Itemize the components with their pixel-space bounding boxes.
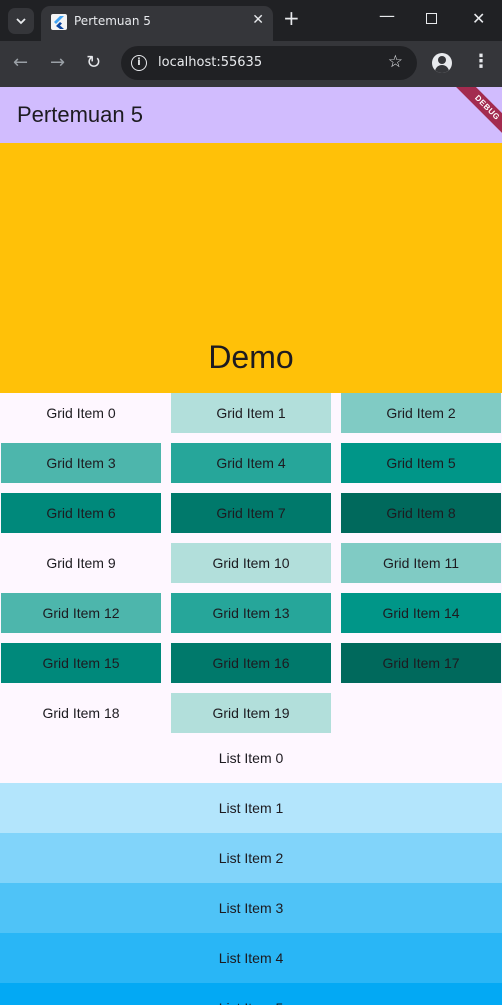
app-viewport: Pertemuan 5 DEBUG Demo Grid Item 0 Grid I… <box>0 87 502 1005</box>
list-item: List Item 4 <box>0 933 502 983</box>
reload-icon[interactable]: ↻ <box>86 52 101 73</box>
list-item: List Item 5 <box>0 983 502 1005</box>
grid-item: Grid Item 18 <box>1 693 161 733</box>
tab-search-button[interactable] <box>8 8 34 34</box>
list-item: List Item 0 <box>0 733 502 783</box>
header-title: Demo <box>208 339 294 375</box>
grid-item: Grid Item 1 <box>171 393 331 433</box>
grid-item: Grid Item 7 <box>171 493 331 533</box>
chevron-down-icon <box>16 18 26 25</box>
grid-item: Grid Item 14 <box>341 593 501 633</box>
grid-item: Grid Item 5 <box>341 443 501 483</box>
new-tab-button[interactable]: + <box>283 6 300 30</box>
address-bar[interactable]: i localhost:55635 ☆ <box>121 46 417 80</box>
profile-icon[interactable] <box>432 53 452 73</box>
flutter-icon <box>51 14 67 30</box>
app-bar: Pertemuan 5 <box>0 87 502 143</box>
grid-item: Grid Item 12 <box>1 593 161 633</box>
list-item: List Item 2 <box>0 833 502 883</box>
grid-item: Grid Item 15 <box>1 643 161 683</box>
browser-tab-strip: Pertemuan 5 ✕ + — ✕ <box>0 0 502 41</box>
grid-item: Grid Item 19 <box>171 693 331 733</box>
tab-close-button[interactable]: ✕ <box>252 12 264 28</box>
grid-item: Grid Item 16 <box>171 643 331 683</box>
arrow-left-icon[interactable]: ← <box>13 52 28 73</box>
grid-item: Grid Item 6 <box>1 493 161 533</box>
list-item: List Item 3 <box>0 883 502 933</box>
grid-item: Grid Item 17 <box>341 643 501 683</box>
maximize-icon[interactable] <box>426 13 437 24</box>
minimize-icon[interactable]: — <box>379 6 395 25</box>
grid-item: Grid Item 8 <box>341 493 501 533</box>
list-item: List Item 1 <box>0 783 502 833</box>
grid-item: Grid Item 0 <box>1 393 161 433</box>
grid-item: Grid Item 13 <box>171 593 331 633</box>
grid-item: Grid Item 11 <box>341 543 501 583</box>
close-window-icon[interactable]: ✕ <box>472 9 485 28</box>
grid-item: Grid Item 3 <box>1 443 161 483</box>
star-icon[interactable]: ☆ <box>388 52 403 72</box>
sliver-app-bar-header: Demo <box>0 143 502 393</box>
kebab-menu-icon[interactable]: ⋮ <box>472 51 490 72</box>
grid-item: Grid Item 9 <box>1 543 161 583</box>
grid-item: Grid Item 4 <box>171 443 331 483</box>
arrow-right-icon[interactable]: → <box>50 52 65 73</box>
url-text[interactable]: localhost:55635 <box>158 55 262 70</box>
info-icon[interactable]: i <box>131 55 147 71</box>
page-title: Pertemuan 5 <box>17 102 143 127</box>
browser-toolbar: ← → ↻ i localhost:55635 ☆ ⋮ <box>0 41 502 87</box>
grid-item: Grid Item 2 <box>341 393 501 433</box>
browser-tab[interactable]: Pertemuan 5 ✕ <box>41 6 273 41</box>
grid-item: Grid Item 10 <box>171 543 331 583</box>
tab-title: Pertemuan 5 <box>74 14 151 28</box>
